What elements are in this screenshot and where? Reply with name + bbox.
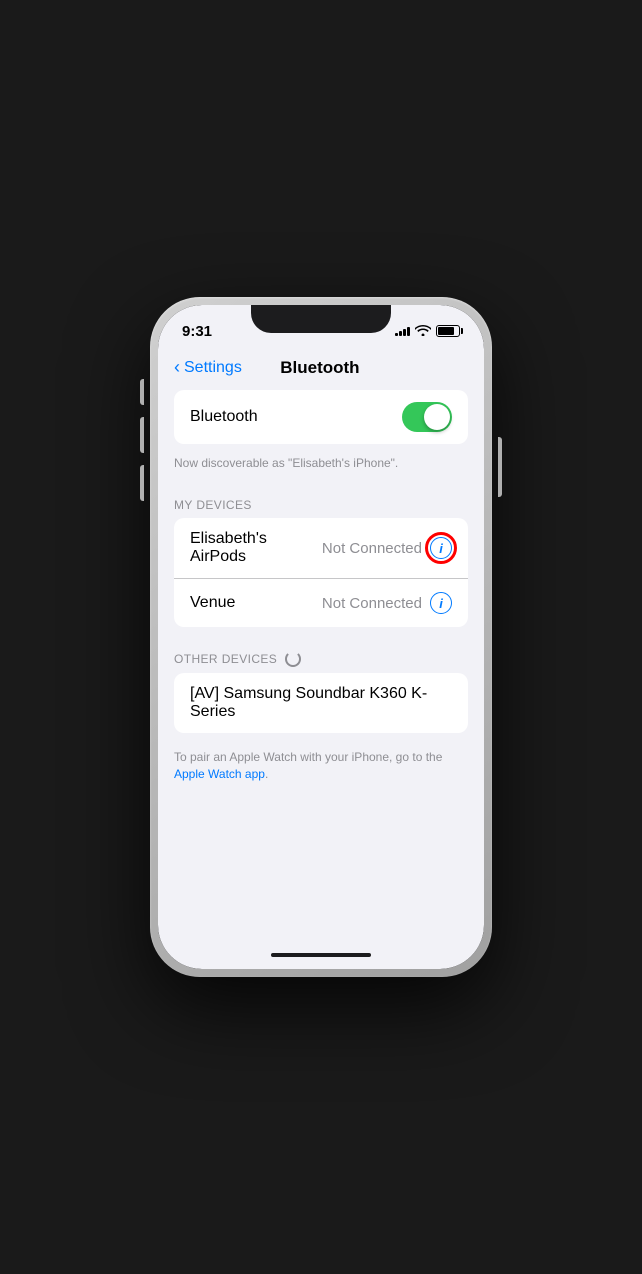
- my-devices-header: MY DEVICES: [158, 482, 484, 518]
- screen: 9:31: [158, 305, 484, 969]
- phone-frame: 9:31: [150, 297, 492, 977]
- venue-info-button[interactable]: i: [430, 592, 452, 614]
- list-item[interactable]: [AV] Samsung Soundbar K360 K-Series: [174, 673, 468, 733]
- back-label: Settings: [184, 359, 242, 377]
- other-devices-list: [AV] Samsung Soundbar K360 K-Series: [174, 673, 468, 733]
- battery-fill: [438, 327, 454, 335]
- apple-watch-note-text: To pair an Apple Watch with your iPhone,…: [174, 750, 442, 764]
- my-devices-list: Elisabeth's AirPods Not Connected i Venu…: [174, 518, 468, 627]
- signal-icon: [395, 327, 410, 336]
- list-item[interactable]: Elisabeth's AirPods Not Connected i: [174, 518, 468, 579]
- home-indicator: [158, 941, 484, 969]
- bluetooth-toggle-item: Bluetooth: [174, 390, 468, 444]
- status-time: 9:31: [182, 323, 212, 340]
- back-button[interactable]: ‹ Settings: [174, 357, 242, 378]
- loading-spinner: [285, 651, 301, 667]
- page-title: Bluetooth: [242, 358, 398, 378]
- wifi-icon: [415, 324, 431, 339]
- device-status: Not Connected: [322, 595, 422, 612]
- device-name: Elisabeth's AirPods: [190, 530, 322, 566]
- bluetooth-toggle[interactable]: [402, 402, 452, 432]
- other-devices-header: OTHER DEVICES: [158, 635, 484, 673]
- home-bar: [271, 953, 371, 957]
- navigation-bar: ‹ Settings Bluetooth: [158, 349, 484, 390]
- power-button[interactable]: [498, 437, 502, 497]
- apple-watch-app-link[interactable]: Apple Watch app: [174, 767, 265, 781]
- volume-up-button[interactable]: [140, 417, 144, 453]
- status-icons: [395, 324, 460, 339]
- device-name: [AV] Samsung Soundbar K360 K-Series: [190, 685, 452, 721]
- content-area: Bluetooth Now discoverable as "Elisabeth…: [158, 390, 484, 941]
- bluetooth-toggle-label: Bluetooth: [190, 408, 402, 426]
- apple-watch-note-end: .: [265, 767, 268, 781]
- phone-inner: 9:31: [158, 305, 484, 969]
- mute-switch[interactable]: [140, 379, 144, 405]
- volume-down-button[interactable]: [140, 465, 144, 501]
- other-devices-header-label: OTHER DEVICES: [174, 652, 277, 666]
- list-item[interactable]: Venue Not Connected i: [174, 579, 468, 627]
- battery-icon: [436, 325, 460, 337]
- apple-watch-note: To pair an Apple Watch with your iPhone,…: [158, 741, 484, 791]
- discoverable-text: Now discoverable as "Elisabeth's iPhone"…: [158, 452, 484, 482]
- device-name: Venue: [190, 594, 322, 612]
- bluetooth-toggle-group: Bluetooth: [174, 390, 468, 444]
- back-chevron-icon: ‹: [174, 357, 180, 378]
- notch: [251, 305, 391, 333]
- my-devices-header-label: MY DEVICES: [174, 498, 252, 512]
- airpods-info-button[interactable]: i: [430, 537, 452, 559]
- toggle-knob: [424, 404, 450, 430]
- device-status: Not Connected: [322, 540, 422, 557]
